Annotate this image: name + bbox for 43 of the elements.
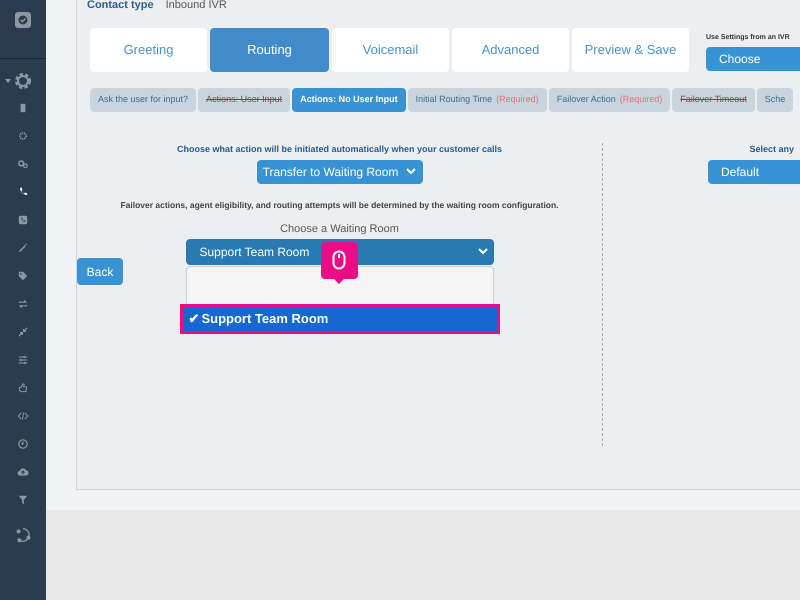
chevron-down-icon <box>406 168 416 175</box>
network-icon[interactable] <box>14 526 32 544</box>
hand-pointer-icon[interactable] <box>17 382 29 394</box>
gears-icon[interactable] <box>17 158 29 170</box>
back-button[interactable]: Back <box>77 258 123 285</box>
waiting-room-label: Choose a Waiting Room <box>280 222 399 238</box>
mouse-icon <box>332 250 346 270</box>
filter-icon[interactable] <box>17 494 29 506</box>
note-text: Failover actions, agent eligibility, and routing attempts will be determined by the waiting room configuration. <box>120 198 559 212</box>
caret-icon <box>5 79 11 83</box>
tab[interactable]: Advanced <box>452 28 569 72</box>
check-mark: ✔ <box>188 310 200 328</box>
contact-type-label: Contact type <box>87 0 154 12</box>
waiting-room-option[interactable]: ✔Support Team Room <box>180 304 500 334</box>
choose-button[interactable]: Choose <box>706 46 800 70</box>
subtab[interactable]: Initial Routing Time (Required) <box>408 88 547 112</box>
contact-type-value: Inbound IVR <box>166 0 227 12</box>
clock-icon[interactable] <box>17 438 29 450</box>
default-select[interactable]: Default <box>708 160 800 184</box>
chevron-down-icon <box>478 248 488 256</box>
subtab[interactable]: Sche <box>756 88 794 112</box>
waiting-room-select[interactable]: Support Team Room <box>186 238 494 265</box>
logo-icon <box>13 10 33 30</box>
arrows-icon[interactable] <box>17 298 29 310</box>
settings-icon[interactable] <box>13 71 33 91</box>
tab[interactable]: Preview & Save <box>572 28 689 72</box>
right-heading: Select any <box>749 143 794 156</box>
subtab[interactable]: Ask the user for input? <box>90 88 196 112</box>
subtab[interactable]: Failover Action (Required) <box>548 88 670 112</box>
magic-wand-icon[interactable] <box>17 242 29 254</box>
phone-box-icon[interactable] <box>17 214 29 226</box>
cloud-upload-icon[interactable] <box>17 466 29 478</box>
phone-icon[interactable] <box>17 186 29 198</box>
subtab[interactable]: Actions: No User Input <box>292 88 406 112</box>
tab[interactable]: Greeting <box>90 28 207 72</box>
action-heading: Choose what action will be initiated automatically when your customer calls <box>176 143 502 156</box>
action-select[interactable]: Transfer to Waiting Room <box>256 160 422 184</box>
tag-icon[interactable] <box>17 270 29 282</box>
compress-icon[interactable] <box>17 326 29 338</box>
tab[interactable]: Voicemail <box>332 28 449 72</box>
sliders-icon[interactable] <box>17 354 29 366</box>
code-icon[interactable] <box>17 410 29 422</box>
tab[interactable]: Routing <box>210 28 329 72</box>
